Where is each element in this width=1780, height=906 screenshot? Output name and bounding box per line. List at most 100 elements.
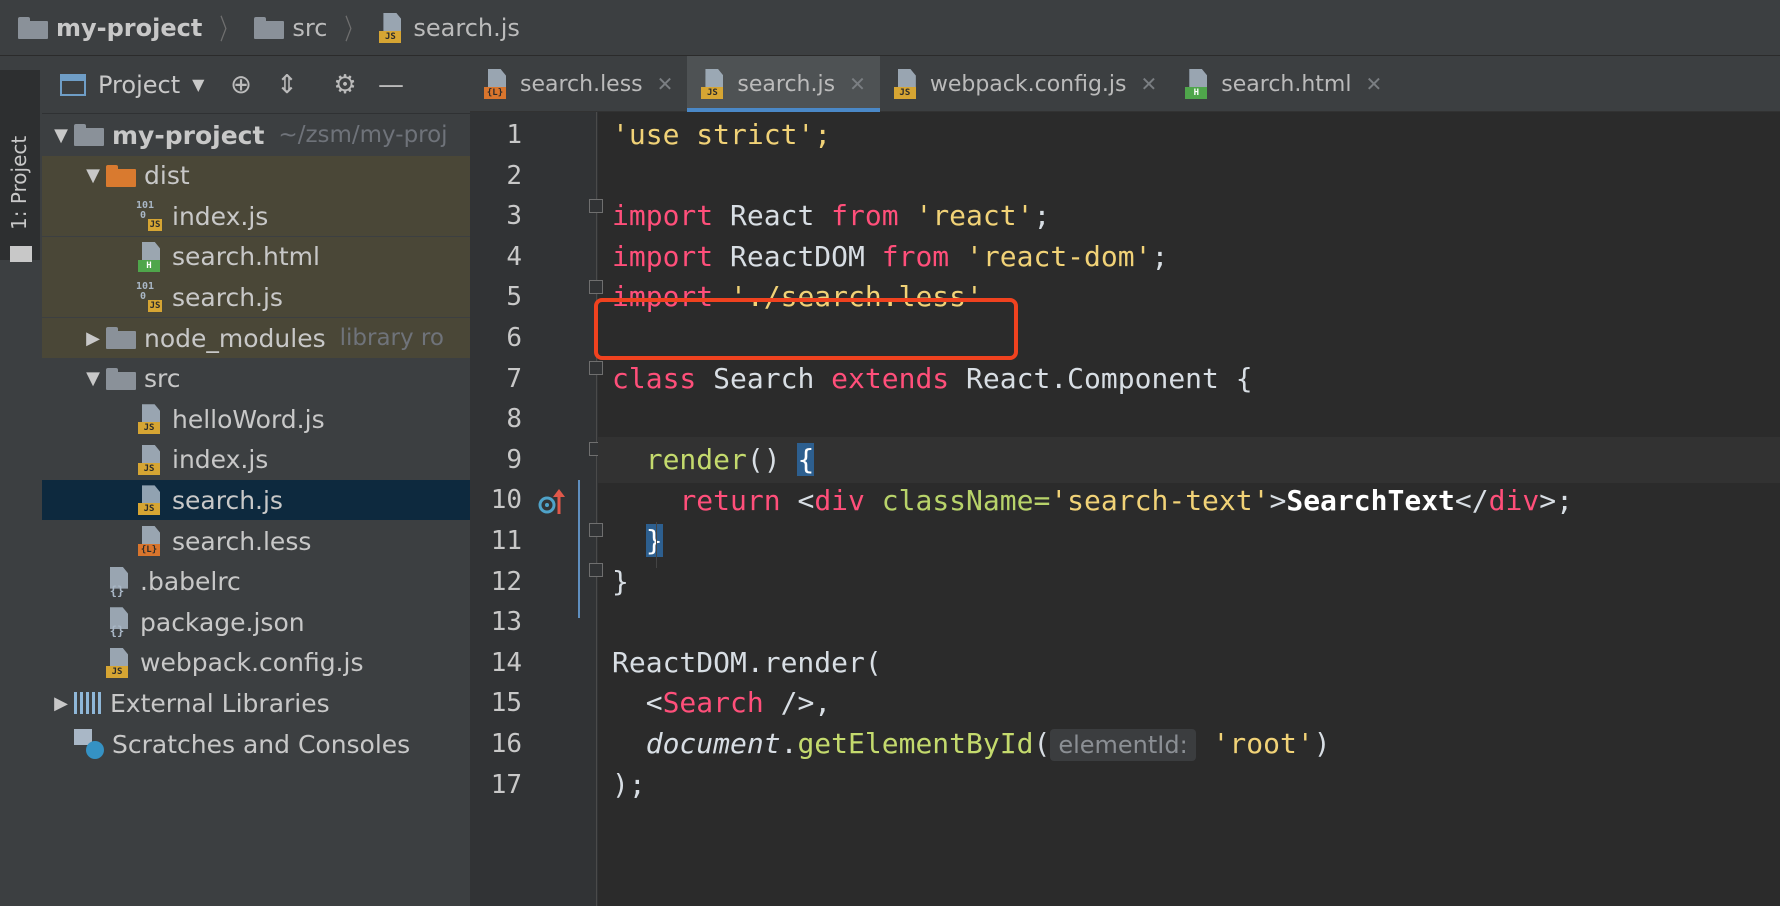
tree-item[interactable]: Hsearch.html [42, 236, 470, 277]
line-number: 15 [490, 688, 522, 719]
code-editor[interactable]: 1 2 3 4 5 6 7 8 9 10 11 12 13 14 15 16 17 'use strict'; … [470, 112, 1780, 906]
tree-item[interactable]: ▼ src [42, 359, 470, 399]
js-file-icon: JS [893, 69, 920, 99]
close-icon[interactable]: ✕ [1365, 72, 1382, 96]
line-number: 13 [490, 607, 522, 638]
fold-marker[interactable] [589, 199, 603, 213]
project-view-selector[interactable]: Project [98, 71, 180, 99]
fold-marker[interactable] [589, 280, 603, 294]
tree-item[interactable]: Scratches and Consoles [42, 724, 470, 764]
expand-arrow-icon[interactable]: ▼ [80, 368, 106, 389]
js-file-icon: JS [138, 444, 164, 475]
fold-marker[interactable] [589, 563, 603, 577]
folder-icon [18, 16, 48, 39]
line-number: 12 [490, 566, 522, 597]
tree-item[interactable]: 101 0 JS index.js [42, 196, 470, 237]
folder-icon [74, 124, 104, 146]
code-line-10: return <div className='search-text'>Sear… [679, 484, 1573, 517]
code-line-11: } [645, 524, 663, 557]
tree-item[interactable]: ▼ dist [42, 155, 470, 196]
code-line-3: import React from 'react'; [612, 199, 1051, 232]
highlight-annotation-box [594, 298, 1018, 360]
editor-tab[interactable]: JS webpack.config.js ✕ [880, 56, 1171, 112]
line-number: 16 [490, 729, 522, 759]
tree-item[interactable]: ▶ node_modules library ro [42, 318, 470, 358]
editor-tabs: {L} search.less ✕ JS search.js ✕ JS webpack.con… [470, 56, 1780, 112]
tree-item[interactable]: JS webpack.config.js [42, 643, 470, 683]
js-file-icon: JS [379, 12, 405, 43]
editor-tab[interactable]: {L} search.less ✕ [470, 56, 687, 112]
parameter-hint: elementId: [1050, 729, 1196, 761]
compiled-js-file-icon: 101 0 JS [136, 200, 162, 232]
line-number: 11 [490, 526, 522, 556]
collapse-arrow-icon[interactable]: ▶ [48, 693, 74, 714]
fold-marker[interactable] [589, 361, 603, 375]
html-file-icon: H [138, 241, 164, 272]
editor-tab[interactable]: JS search.js ✕ [687, 56, 881, 112]
indent-guide [656, 522, 657, 568]
line-number: 6 [506, 323, 522, 353]
line-number: 10 [490, 485, 522, 516]
folder-icon [106, 327, 136, 349]
override-method-icon[interactable] [536, 488, 566, 518]
tree-item[interactable]: JS search.js [42, 480, 470, 521]
editor-tab[interactable]: Hsearch.html ✕ [1171, 56, 1396, 112]
config-file-icon: {} [106, 607, 132, 637]
config-file-icon: {} [106, 566, 132, 597]
chevron-right-icon: 〉 [344, 12, 362, 46]
tree-item[interactable]: JS index.js [42, 440, 470, 480]
js-file-icon: JS [701, 69, 727, 99]
line-number: 14 [490, 647, 522, 678]
chevron-down-icon[interactable]: ▼ [192, 75, 204, 94]
project-tool-window-tab[interactable]: 1: Project [0, 70, 40, 262]
line-number: 4 [506, 241, 522, 272]
code-line-1: 'use strict'; [612, 118, 832, 151]
folder-icon [254, 16, 285, 39]
fold-marker[interactable] [589, 523, 603, 537]
code-line-15: <Search />, [645, 686, 832, 719]
expand-arrow-icon[interactable]: ▼ [48, 125, 74, 146]
tree-item[interactable]: 101 0 JS search.js [42, 277, 470, 318]
close-icon[interactable]: ✕ [849, 72, 866, 96]
less-file-icon: {L} [484, 69, 510, 99]
excluded-folder-icon [106, 164, 136, 187]
fold-guide [596, 112, 597, 906]
tree-item[interactable]: ▶ External Libraries [42, 683, 470, 723]
project-view-icon [60, 73, 86, 96]
folder-icon [106, 367, 136, 390]
project-panel: Project ▼ ⊕ ⇕ ⚙ — ▼ my-project ~/zsm/my-pr… [42, 56, 470, 906]
chevron-right-icon: 〉 [219, 12, 237, 46]
expand-arrow-icon[interactable]: ▼ [80, 165, 106, 186]
tool-window-strip: 1: Project [0, 56, 43, 906]
line-number: 1 [506, 120, 522, 150]
collapse-arrow-icon[interactable]: ▶ [80, 328, 106, 349]
line-number: 5 [506, 282, 522, 313]
code-line-7: class Search extends React.Component { [612, 362, 1253, 395]
minimize-icon[interactable]: — [376, 70, 406, 100]
library-icon [74, 692, 102, 715]
gear-icon[interactable]: ⚙ [330, 70, 360, 100]
line-number: 2 [506, 160, 522, 191]
code-line-16: document.getElementById(elementId: 'root… [645, 727, 1331, 761]
line-number: 9 [506, 444, 522, 475]
breadcrumb-item-project[interactable]: my-project [18, 14, 202, 42]
tree-item[interactable]: ▼ my-project ~/zsm/my-proj [42, 115, 470, 155]
code-line-12: } [612, 565, 629, 598]
locate-icon[interactable]: ⊕ [226, 70, 256, 100]
close-icon[interactable]: ✕ [657, 72, 674, 96]
breadcrumb-item-src[interactable]: src [254, 14, 327, 42]
js-file-icon: JS [138, 404, 164, 435]
folder-icon [10, 246, 32, 262]
line-number: 17 [490, 769, 522, 800]
line-number: 8 [506, 404, 522, 435]
tree-item[interactable]: {} .babelrc [42, 562, 470, 602]
tree-item[interactable]: {} package.json [42, 602, 470, 642]
code-line-17: ); [612, 768, 646, 801]
project-panel-header: Project ▼ ⊕ ⇕ ⚙ — [42, 56, 470, 114]
tree-item[interactable]: {L} search.less [42, 521, 470, 561]
compiled-js-file-icon: 101 0 JS [136, 281, 162, 313]
breadcrumb-item-file[interactable]: JS search.js [379, 12, 520, 43]
collapse-all-icon[interactable]: ⇕ [272, 70, 302, 100]
tree-item[interactable]: JS helloWord.js [42, 399, 470, 439]
close-icon[interactable]: ✕ [1141, 72, 1158, 96]
